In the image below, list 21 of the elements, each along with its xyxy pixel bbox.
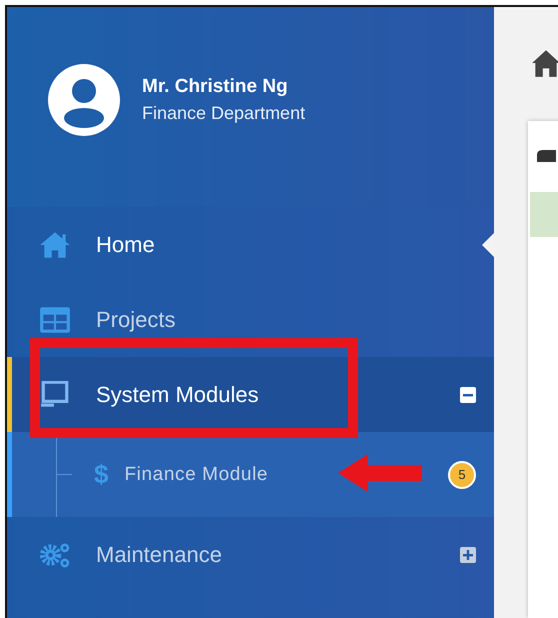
- menu-label: System Modules: [96, 382, 260, 408]
- user-name: Mr. Christine Ng: [142, 76, 289, 98]
- grid-icon: [39, 306, 71, 334]
- menu-label: Maintenance: [96, 542, 223, 568]
- menu-item[interactable]: Maintenance: [7, 517, 494, 592]
- avatar-icon: [48, 64, 120, 136]
- menu-label: Home: [96, 232, 156, 258]
- submenu-label: Finance Module: [124, 464, 268, 486]
- count-badge: 5: [448, 460, 476, 488]
- menu-label: Projects: [96, 306, 176, 332]
- minus-icon[interactable]: [460, 386, 476, 402]
- monitor-icon: [39, 380, 71, 408]
- home-icon: [39, 230, 71, 258]
- dollar-icon: $: [94, 459, 108, 490]
- gears-icon: [39, 540, 71, 568]
- menu-item[interactable]: System Modules: [7, 357, 494, 432]
- plus-icon[interactable]: [460, 546, 476, 562]
- menu-item[interactable]: Home: [7, 207, 494, 282]
- user-department: Finance Department: [142, 103, 306, 124]
- tag-icon: [536, 149, 556, 163]
- menu-item[interactable]: Projects: [7, 282, 494, 357]
